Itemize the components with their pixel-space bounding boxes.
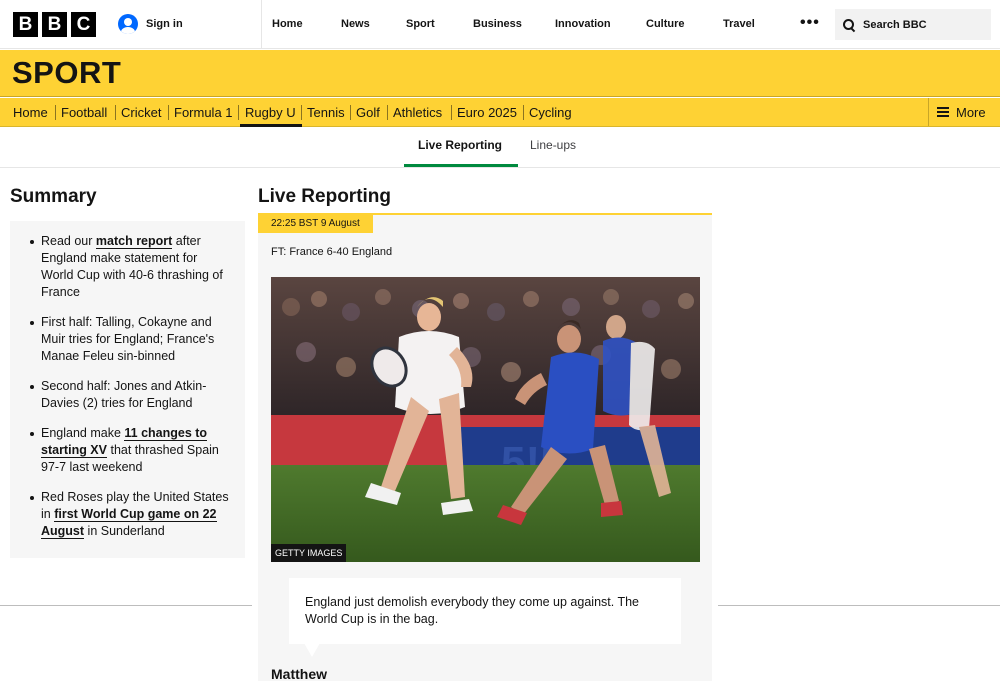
search-icon — [843, 18, 855, 31]
nav-divider — [55, 105, 56, 120]
sport-nav-athletics[interactable]: Athletics — [393, 105, 442, 120]
summary-item: Read our match report after England make… — [30, 233, 231, 301]
sport-nav-formula1[interactable]: Formula 1 — [174, 105, 233, 120]
comment-bubble-tail — [304, 643, 320, 657]
post-headline: FT: France 6-40 England — [271, 246, 393, 258]
nav-divider — [115, 105, 116, 120]
sport-nav-euro-2025[interactable]: Euro 2025 — [457, 105, 517, 120]
summary-title: Summary — [10, 186, 97, 207]
active-nav-indicator — [240, 124, 302, 127]
nav-divider — [301, 105, 302, 120]
match-report-link[interactable]: match report — [95, 234, 173, 249]
nav-divider — [350, 105, 351, 120]
summary-text: England make — [41, 426, 125, 440]
sport-nav-cycling[interactable]: Cycling — [529, 105, 572, 120]
tab-live-reporting[interactable]: Live Reporting — [418, 138, 502, 152]
topnav-item-sport[interactable]: Sport — [406, 18, 435, 30]
sport-more-label: More — [956, 104, 986, 120]
match-photo: 5!5 — [271, 277, 700, 562]
search-button[interactable]: Search BBC — [835, 9, 991, 40]
section-divider — [718, 605, 1000, 606]
tab-line-ups[interactable]: Line-ups — [530, 138, 576, 152]
user-avatar-icon — [118, 14, 138, 34]
sport-nav-football[interactable]: Football — [61, 105, 107, 120]
summary-item: First half: Talling, Cokayne and Muir tr… — [30, 314, 231, 365]
summary-text: in Sunderland — [84, 524, 165, 538]
signin-button[interactable]: Sign in — [118, 14, 183, 34]
sport-title[interactable]: SPORT — [12, 55, 121, 91]
nav-divider — [168, 105, 169, 120]
reader-comment: England just demolish everybody they com… — [289, 578, 681, 644]
sport-navigation: Home Football Cricket Formula 1 Rugby U … — [0, 98, 1000, 127]
bbc-logo[interactable]: B B C — [13, 12, 96, 37]
sport-nav-rugby-union[interactable]: Rugby U — [245, 105, 296, 120]
topnav-item-business[interactable]: Business — [473, 18, 522, 30]
sport-nav-tennis[interactable]: Tennis — [307, 105, 345, 120]
live-reporting-title: Live Reporting — [258, 186, 392, 207]
sport-nav-cricket[interactable]: Cricket — [121, 105, 161, 120]
nav-divider — [451, 105, 452, 120]
sport-more-button[interactable]: More — [928, 98, 1000, 126]
summary-text: Read our — [41, 234, 96, 248]
topnav-item-news[interactable]: News — [341, 18, 370, 30]
nav-divider — [523, 105, 524, 120]
more-menu-button[interactable]: ••• — [800, 14, 820, 32]
bbc-top-bar: B B C Sign in Home News Sport Business I… — [0, 0, 1000, 49]
comment-author: Matthew — [271, 666, 327, 681]
summary-text: Second half: Jones and Atkin-Davies (2) … — [41, 379, 207, 410]
photo-credit: GETTY IMAGES — [271, 544, 347, 562]
summary-item: Second half: Jones and Atkin-Davies (2) … — [30, 378, 231, 412]
bbc-logo-letter: C — [71, 12, 96, 37]
rugby-match-image: 5!5 — [271, 277, 700, 562]
summary-item: England make 11 changes to starting XV t… — [30, 425, 231, 476]
topnav-item-home[interactable]: Home — [272, 18, 303, 30]
search-label: Search BBC — [863, 18, 927, 31]
signin-label: Sign in — [146, 18, 183, 30]
summary-list: Read our match report after England make… — [30, 233, 231, 553]
bbc-logo-letter: B — [13, 12, 38, 37]
bbc-logo-letter: B — [42, 12, 67, 37]
post-timestamp: 22:25 BST 9 August — [258, 214, 373, 233]
top-navigation: Home News Sport Business Innovation Cult… — [261, 0, 755, 49]
sport-nav-home[interactable]: Home — [13, 105, 48, 120]
nav-divider — [238, 105, 239, 120]
hamburger-icon — [937, 107, 949, 117]
section-divider — [0, 605, 252, 606]
sport-header: SPORT — [0, 50, 1000, 97]
page-tabs: Live Reporting Line-ups — [0, 128, 1000, 168]
summary-text: First half: Talling, Cokayne and Muir tr… — [41, 315, 215, 363]
topnav-item-travel[interactable]: Travel — [723, 18, 755, 30]
topnav-item-culture[interactable]: Culture — [646, 18, 685, 30]
nav-divider — [387, 105, 388, 120]
topnav-item-innovation[interactable]: Innovation — [555, 18, 611, 30]
active-tab-indicator — [404, 164, 518, 167]
sport-nav-golf[interactable]: Golf — [356, 105, 380, 120]
summary-item: Red Roses play the United States in firs… — [30, 489, 231, 540]
